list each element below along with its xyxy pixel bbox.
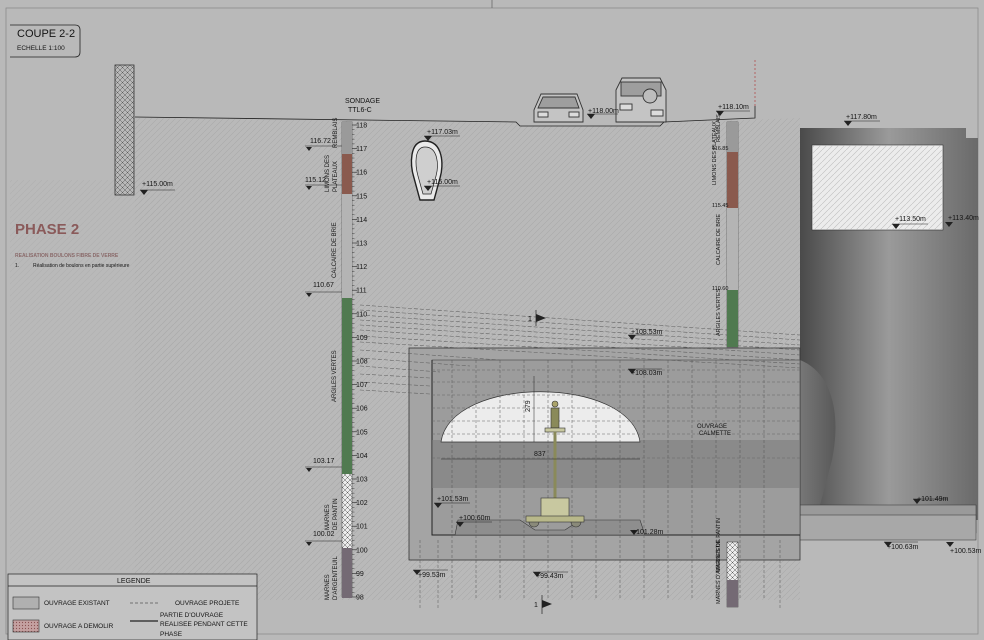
scale-tick-label: 107 xyxy=(356,382,368,389)
drawing-title: COUPE 2-2 xyxy=(17,28,75,40)
legend-swatch-existing xyxy=(12,596,40,610)
borehole-id: TTL6-C xyxy=(348,107,372,114)
legend-partial-3: PHASE xyxy=(160,631,183,638)
scale-tick-label: 116 xyxy=(356,170,367,177)
elev-base-left: +99.53m xyxy=(413,569,448,579)
svg-text:+117.03m: +117.03m xyxy=(427,129,458,136)
legend-projected: OUVRAGE PROJETE xyxy=(175,600,240,607)
svg-text:+101.49m: +101.49m xyxy=(917,496,948,503)
legend-existing: OUVRAGE EXISTANT xyxy=(44,600,110,607)
svg-text:110.67: 110.67 xyxy=(313,282,334,289)
elev-bottom-center: +101.28m xyxy=(630,529,663,536)
legend-partial-1: PARTIE D'OUVRAGE xyxy=(160,612,224,619)
svg-text:100.02: 100.02 xyxy=(313,531,335,538)
scale-tick-label: 100 xyxy=(356,547,368,554)
arch-height-label: 279 xyxy=(525,400,532,412)
svg-text:+113.40m: +113.40m xyxy=(948,215,979,222)
elev-vault-top: +108.03m xyxy=(628,368,662,377)
svg-text:+115.00m: +115.00m xyxy=(142,181,173,188)
svg-text:CALCAIRE DE BRIE: CALCAIRE DE BRIE xyxy=(716,214,722,265)
scale-tick-label: 109 xyxy=(356,335,368,342)
scale-tick-label: 118 xyxy=(356,123,367,130)
svg-text:CALCAIRE DE BRIE: CALCAIRE DE BRIE xyxy=(332,222,338,278)
scale-tick-label: 108 xyxy=(356,359,368,366)
svg-text:+113.50m: +113.50m xyxy=(895,216,926,223)
scale-tick-label: 110 xyxy=(356,311,367,318)
ouvrage-label-2: CALMETTE xyxy=(699,431,731,437)
svg-text:1: 1 xyxy=(534,602,538,609)
svg-text:+101.53m: +101.53m xyxy=(437,496,468,503)
drawing-scale: ECHELLE 1:100 xyxy=(17,45,65,52)
svg-text:1: 1 xyxy=(528,316,532,323)
svg-text:+118.10m: +118.10m xyxy=(718,104,749,111)
svg-text:REMBLAIS: REMBLAIS xyxy=(333,118,339,148)
scale-tick-label: 98 xyxy=(356,595,364,602)
legend: LEGENDE OUVRAGE EXISTANT OUVRAGE A DEMOL… xyxy=(7,573,258,640)
svg-text:+100.60m: +100.60m xyxy=(459,515,490,522)
elev-right-base-1: +100.63m xyxy=(884,541,918,551)
svg-text:+100.53m: +100.53m xyxy=(950,548,981,555)
scale-tick-label: 101 xyxy=(356,524,368,531)
scale-tick-label: 114 xyxy=(356,217,367,224)
svg-text:+108.53m: +108.53m xyxy=(631,329,662,336)
phase-subtitle: REALISATION BOULONS FIBRE DE VERRE xyxy=(15,253,119,259)
ouvrage-label-1: OUVRAGE xyxy=(697,424,727,430)
phase-step-number: 1. xyxy=(15,263,19,269)
scale-tick-label: 103 xyxy=(356,477,368,484)
svg-text:+108.03m: +108.03m xyxy=(631,370,662,377)
elev-building-top: +117.80m xyxy=(844,114,880,126)
svg-text:+117.80m: +117.80m xyxy=(846,114,877,121)
scale-tick-label: 112 xyxy=(356,264,367,271)
legend-title: LEGENDE xyxy=(117,578,151,585)
phase-step-text: Réalisation de boulons en partie supérie… xyxy=(33,263,130,269)
svg-text:ARGILES VERTES: ARGILES VERTES xyxy=(716,288,722,336)
elev-right-slab: +101.49m xyxy=(913,496,948,504)
scale-tick-label: 104 xyxy=(356,453,368,460)
truck-icon xyxy=(615,77,667,123)
svg-text:115.12: 115.12 xyxy=(305,177,326,184)
dark-band xyxy=(432,440,800,488)
legend-swatch-demolish xyxy=(12,619,40,633)
svg-text:+101.28m: +101.28m xyxy=(632,529,663,536)
scale-tick-label: 99 xyxy=(356,571,364,578)
borehole-label: SONDAGE xyxy=(345,98,380,105)
elev-base-center: +99.43m xyxy=(533,571,568,580)
svg-text:MARNES D'ARGENTEUIL: MARNES D'ARGENTEUIL xyxy=(716,539,722,604)
arch-width-label: 837 xyxy=(534,451,546,458)
svg-text:+100.63m: +100.63m xyxy=(887,544,918,551)
scale-tick-label: 113 xyxy=(356,241,367,248)
svg-text:ARGILES VERTES: ARGILES VERTES xyxy=(332,350,338,402)
scale-tick-label: 105 xyxy=(356,429,368,436)
retaining-wall xyxy=(114,64,135,196)
svg-text:LIMONS DES PLATEAUX: LIMONS DES PLATEAUX xyxy=(712,121,718,185)
svg-text:+99.43m: +99.43m xyxy=(536,573,564,580)
elev-right-base-2: +100.53m xyxy=(946,542,981,555)
svg-text:116.72: 116.72 xyxy=(310,138,331,145)
svg-text:116.85: 116.85 xyxy=(712,146,728,152)
elev-right-road: +118.10m xyxy=(716,104,750,116)
scale-tick-label: 102 xyxy=(356,500,368,507)
phase-title: PHASE 2 xyxy=(15,221,79,238)
scale-tick-label: 106 xyxy=(356,406,368,413)
car-icon xyxy=(533,93,584,123)
svg-text:+118.00m: +118.00m xyxy=(588,108,619,115)
scale-tick-label: 117 xyxy=(356,146,367,153)
svg-text:115.45: 115.45 xyxy=(712,203,728,209)
legend-demolish: OUVRAGE A DEMOLIR xyxy=(44,623,114,630)
svg-text:103.17: 103.17 xyxy=(313,458,335,465)
svg-text:+99.53m: +99.53m xyxy=(418,572,446,579)
svg-text:+115.00m: +115.00m xyxy=(427,179,458,186)
elev-road: +118.00m xyxy=(587,108,619,119)
soil-left xyxy=(10,180,350,570)
drawing-canvas: COUPE 2-2 ECHELLE 1:100 PHASE 2 REALISAT… xyxy=(5,0,981,640)
legend-partial-2: REALISEE PENDANT CETTE xyxy=(160,621,248,628)
scale-tick-label: 111 xyxy=(356,288,367,295)
scale-tick-label: 115 xyxy=(356,193,367,200)
